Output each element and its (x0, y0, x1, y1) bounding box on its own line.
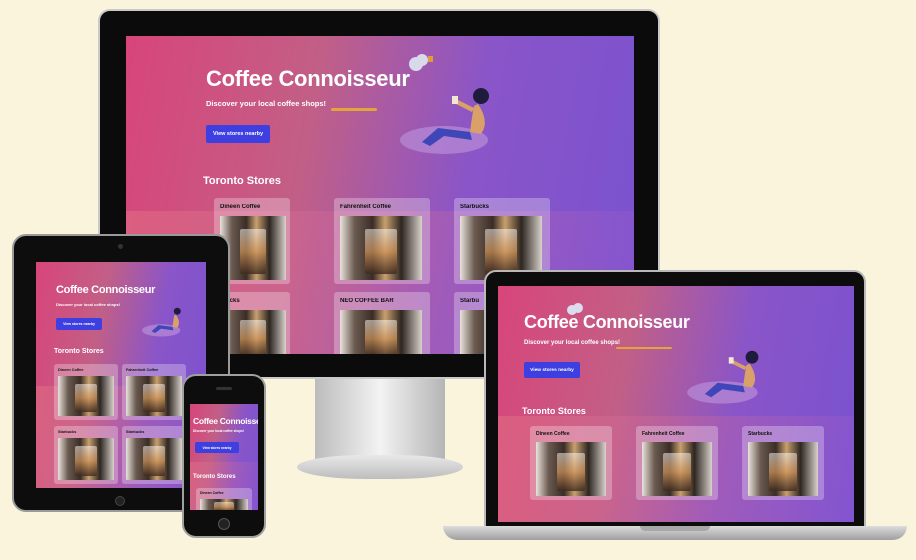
page-title: Coffee Connoisseur (524, 312, 690, 332)
responsive-mockup: Coffee Connoisseur Discover your local c… (0, 0, 916, 560)
stores-section-title: Toronto Stores (522, 406, 586, 416)
store-name: Starbucks (460, 204, 490, 210)
store-name: Dineen Coffee (58, 368, 84, 372)
page-title: Coffee Connoisseur (206, 66, 410, 91)
store-image (126, 376, 182, 416)
store-image (340, 310, 422, 354)
girl-with-coffee-illustration (141, 307, 181, 337)
store-image (58, 376, 114, 416)
girl-with-coffee-illustration (400, 54, 489, 154)
store-name: Dineen Coffee (220, 204, 261, 210)
view-stores-button[interactable]: View stores nearby (195, 442, 239, 453)
store-card[interactable]: Dineen Coffee (54, 364, 118, 420)
store-image (748, 442, 818, 496)
store-name: NEO COFFEE BAR (340, 298, 394, 304)
store-card[interactable]: Fahrenheit Coffee (334, 198, 430, 284)
store-image (642, 442, 712, 496)
store-card[interactable]: Dineen Coffee (196, 488, 252, 510)
tablet-screen: Coffee Connoisseur Discover your local c… (36, 262, 206, 488)
view-stores-button[interactable]: View stores nearby (524, 362, 580, 378)
store-card[interactable]: Starbucks (742, 426, 824, 500)
laptop-notch (640, 526, 710, 531)
store-name: Fahrenheit Coffee (642, 431, 685, 437)
phone-speaker (216, 387, 232, 390)
cloud-icon (567, 303, 583, 315)
store-image (200, 499, 248, 510)
page-subtitle: Discover your local coffee shops! (206, 99, 327, 108)
store-card[interactable]: Fahrenheit Coffee (636, 426, 718, 500)
store-name: Fahrenheit Coffee (126, 368, 159, 372)
store-name: Dineen Coffee (536, 431, 570, 437)
store-card[interactable]: Fahrenheit Coffee (122, 364, 186, 420)
desktop-stand-foot (297, 455, 463, 479)
store-name: Starbucks (748, 431, 773, 437)
stores-section-title: Toronto Stores (203, 175, 282, 187)
stores-section-title: Toronto Stores (54, 348, 104, 355)
desktop-stand-neck (315, 379, 445, 461)
view-stores-button[interactable]: View stores nearby (56, 318, 102, 330)
store-image (536, 442, 606, 496)
laptop-device: Coffee Connoisseur Discover your local c… (484, 270, 866, 528)
phone-device: Coffee Connoisseur Discover your local c… (182, 374, 266, 538)
page-subtitle: Discover your local coffee shops! (524, 340, 621, 346)
store-card[interactable]: Starbucks (54, 426, 118, 484)
store-image (126, 438, 182, 480)
store-name: Starbucks (58, 430, 77, 434)
view-stores-button[interactable]: View stores nearby (206, 125, 270, 143)
tablet-home-button (115, 496, 125, 506)
phone-screen: Coffee Connoisseur Discover your local c… (190, 404, 258, 510)
page-title: Coffee Connoisseur (193, 416, 258, 426)
store-name: Starbucks (126, 430, 145, 434)
girl-with-coffee-illustration (687, 350, 759, 404)
store-name: Fahrenheit Coffee (340, 204, 392, 210)
store-image (58, 438, 114, 480)
store-name: Dineen Coffee (200, 491, 224, 495)
stores-section-title: Toronto Stores (193, 474, 236, 480)
store-card[interactable]: Dineen Coffee (530, 426, 612, 500)
store-card[interactable]: Starbucks (122, 426, 186, 484)
phone-home-button (218, 518, 230, 530)
store-card[interactable]: NEO COFFEE BAR (334, 292, 430, 354)
tablet-camera (118, 244, 123, 249)
laptop-screen: Coffee Connoisseur Discover your local c… (498, 286, 854, 522)
page-subtitle: Discover your local coffee shops! (56, 302, 121, 307)
page-subtitle: Discover your local coffee shops! (193, 429, 245, 433)
store-image (340, 216, 422, 280)
